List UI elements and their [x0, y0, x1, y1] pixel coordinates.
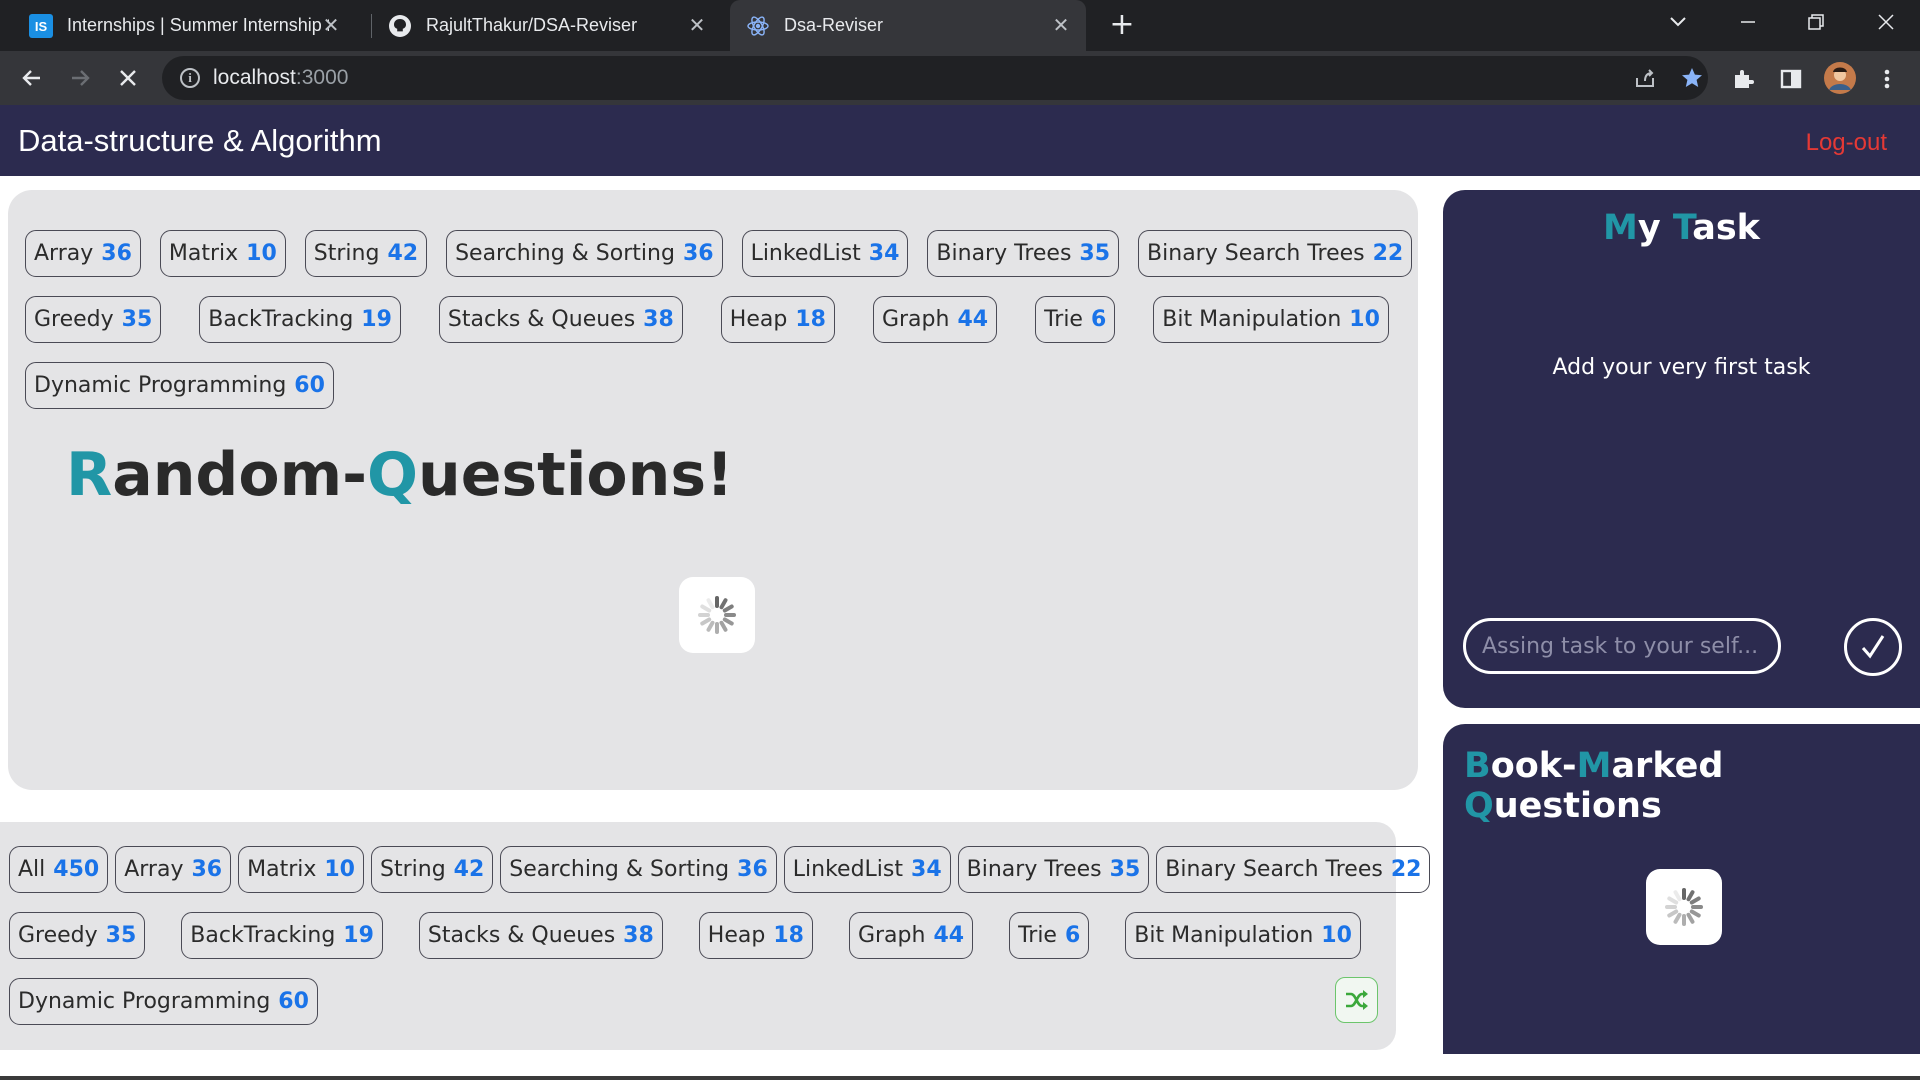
internshala-icon: IS — [29, 13, 53, 38]
browser-tab-strip: IS Internships | Summer Internship 2 ✕ R… — [0, 0, 1920, 51]
share-icon[interactable] — [1630, 63, 1660, 93]
topic-row-1: Array 36 Matrix 10 String 42 Searching & So… — [25, 230, 1413, 277]
filter-chip-greedy[interactable]: Greedy 35 — [9, 912, 146, 959]
topic-chip-stacks-queues[interactable]: Stacks & Queues 38 — [438, 296, 683, 343]
react-icon — [746, 14, 770, 38]
bookmarked-questions-title: Book-Marked Questions — [1464, 746, 1724, 826]
topic-chip-greedy[interactable]: Greedy 35 — [25, 296, 162, 343]
forward-arrow-icon[interactable] — [64, 62, 96, 94]
filter-row-1: All 450 Array 36 Matrix 10 String 42 Searchi… — [9, 846, 1431, 893]
topic-chip-graph[interactable]: Graph 44 — [872, 296, 998, 343]
bookmarked-questions-card: Book-Marked Questions — [1443, 724, 1920, 1054]
topic-chip-heap[interactable]: Heap 18 — [720, 296, 835, 343]
topic-row-3: Dynamic Programming 60 — [25, 362, 334, 409]
site-info-icon[interactable]: i — [180, 68, 200, 88]
task-empty-message: Add your very first task — [1552, 355, 1811, 380]
close-tab-icon[interactable]: ✕ — [1048, 12, 1074, 38]
filter-chip-stacks-queues[interactable]: Stacks & Queues 38 — [418, 912, 663, 959]
logout-button[interactable]: Log-out — [1806, 129, 1887, 157]
filter-chip-matrix[interactable]: Matrix 10 — [238, 846, 364, 893]
filter-chip-string[interactable]: String 42 — [371, 846, 494, 893]
my-task-card: My Task Add your very first task — [1443, 190, 1920, 708]
new-tab-icon[interactable]: + — [1107, 10, 1137, 40]
bookmark-star-icon[interactable] — [1677, 63, 1707, 93]
topic-chip-bit-manipulation[interactable]: Bit Manipulation 10 — [1153, 296, 1389, 343]
topic-chip-array[interactable]: Array 36 — [25, 230, 141, 277]
shuffle-button[interactable] — [1335, 977, 1378, 1023]
bookmarks-loading-spinner — [1646, 869, 1722, 945]
app-header: Data-structure & Algorithm Log-out — [0, 105, 1920, 176]
filter-chip-array[interactable]: Array 36 — [115, 846, 232, 893]
profile-avatar[interactable] — [1823, 61, 1857, 95]
filter-chip-heap[interactable]: Heap 18 — [698, 912, 813, 959]
filter-chip-bit-manipulation[interactable]: Bit Manipulation 10 — [1125, 912, 1361, 959]
topic-chip-binary-trees[interactable]: Binary Trees 35 — [927, 230, 1120, 277]
tab-title: Dsa-Reviser — [784, 15, 884, 35]
address-bar[interactable]: i localhost:3000 — [162, 56, 1708, 100]
topic-chip-searching-sorting[interactable]: Searching & Sorting 36 — [446, 230, 723, 277]
close-tab-icon[interactable]: ✕ — [684, 12, 710, 38]
github-icon — [388, 14, 412, 38]
side-panel-icon[interactable] — [1776, 64, 1806, 94]
task-input[interactable] — [1463, 618, 1781, 674]
topic-chip-dynamic-programming[interactable]: Dynamic Programming 60 — [25, 362, 334, 409]
svg-text:IS: IS — [35, 19, 48, 34]
close-window-icon[interactable] — [1852, 0, 1920, 44]
topic-chip-binary-search-trees[interactable]: Binary Search Trees 22 — [1138, 230, 1413, 277]
browser-toolbar: i localhost:3000 — [0, 51, 1920, 105]
filter-row-2: Greedy 35 BackTracking 19 Stacks & Queues 3… — [9, 912, 1361, 959]
tab-github[interactable]: RajultThakur/DSA-Reviser ✕ — [372, 0, 722, 51]
tab-dsa-reviser[interactable]: Dsa-Reviser ✕ — [730, 0, 1086, 51]
topic-row-2: Greedy 35 BackTracking 19 Stacks & Queues 3… — [25, 296, 1389, 343]
filter-chip-graph[interactable]: Graph 44 — [848, 912, 974, 959]
minimize-icon[interactable] — [1714, 0, 1782, 44]
kebab-menu-icon[interactable] — [1872, 64, 1902, 94]
filter-chip-linkedlist[interactable]: LinkedList 34 — [783, 846, 951, 893]
questions-loading-spinner — [679, 577, 755, 653]
tab-title: RajultThakur/DSA-Reviser — [426, 15, 638, 35]
tab-search-chevron-icon[interactable] — [1644, 0, 1712, 44]
filter-row-3: Dynamic Programming 60 — [9, 978, 318, 1025]
filter-chip-trie[interactable]: Trie 6 — [1009, 912, 1090, 959]
random-questions-title: Random-Questions! — [66, 440, 734, 510]
close-tab-icon[interactable]: ✕ — [318, 12, 344, 38]
topic-chip-matrix[interactable]: Matrix 10 — [159, 230, 286, 277]
url-text[interactable]: localhost:3000 — [213, 66, 348, 90]
restore-icon[interactable] — [1782, 0, 1850, 44]
stop-loading-icon[interactable] — [112, 62, 144, 94]
spinner-icon — [1665, 888, 1703, 926]
topic-chip-string[interactable]: String 42 — [304, 230, 428, 277]
extensions-icon[interactable] — [1728, 64, 1758, 94]
page-bottom-edge — [0, 1076, 1920, 1080]
topic-chip-trie[interactable]: Trie 6 — [1035, 296, 1116, 343]
my-task-title: My Task — [1603, 208, 1760, 248]
filter-chip-searching-sorting[interactable]: Searching & Sorting 36 — [500, 846, 777, 893]
tab-title: Internships | Summer Internship 2 — [67, 15, 329, 35]
filter-chip-binary-trees[interactable]: Binary Trees 35 — [957, 846, 1150, 893]
filter-chip-all[interactable]: All 450 — [9, 846, 109, 893]
checkmark-icon — [1861, 635, 1885, 659]
shuffle-icon — [1345, 990, 1368, 1010]
filter-chip-backtracking[interactable]: BackTracking 19 — [181, 912, 383, 959]
tab-internshala[interactable]: IS Internships | Summer Internship 2 ✕ — [14, 0, 356, 51]
app-title[interactable]: Data-structure & Algorithm — [18, 123, 382, 159]
add-task-button[interactable] — [1844, 618, 1902, 676]
spinner-icon — [698, 596, 736, 634]
filter-chip-binary-search-trees[interactable]: Binary Search Trees 22 — [1156, 846, 1431, 893]
topic-chip-backtracking[interactable]: BackTracking 19 — [199, 296, 401, 343]
filter-chip-dynamic-programming[interactable]: Dynamic Programming 60 — [9, 978, 318, 1025]
topic-chip-linkedlist[interactable]: LinkedList 34 — [741, 230, 909, 277]
back-arrow-icon[interactable] — [16, 62, 48, 94]
